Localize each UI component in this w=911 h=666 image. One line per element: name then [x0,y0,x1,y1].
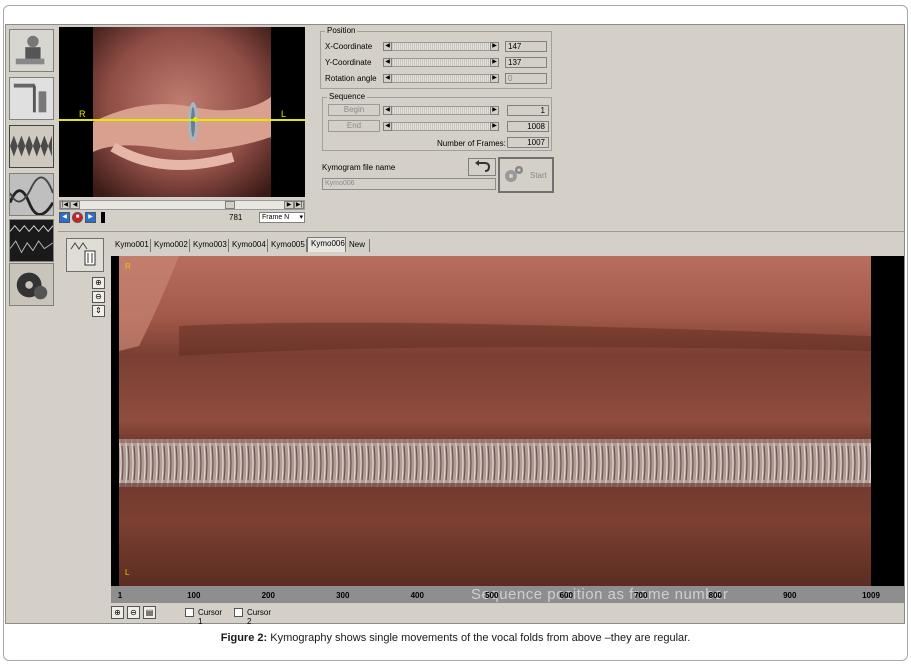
axis-tick-label: 700 [634,591,648,600]
position-group: Position X-Coordinate ◀ ▶ 147 Y-Coordinat… [320,26,552,89]
play-icon[interactable]: ▶ [85,212,96,223]
kymogram-bottom-marker: L [125,568,130,577]
gears-icon [505,166,523,182]
kymogram-scan-line[interactable] [59,119,305,121]
tab-new[interactable]: New [346,239,370,252]
toolbar-waveform-thumbnail[interactable] [9,173,54,216]
kymogram-file-name-field[interactable]: Kymo006 [322,178,496,190]
kymogram-tool-button[interactable] [66,238,104,272]
toolbar-graph-thumbnail[interactable] [9,219,54,262]
next-frame-button[interactable]: ▶ [284,201,294,209]
axis-tick-label: 800 [708,591,722,600]
start-button-label: Start [530,171,547,180]
frame-mode-value: Frame N [262,214,290,221]
frame-axis: Sequence position as frame number 1 100 20… [111,586,904,603]
first-frame-button[interactable]: |◀ [60,201,70,209]
kymogram-view[interactable]: R L [111,256,904,586]
axis-tick-label: 600 [559,591,573,600]
begin-value[interactable]: 1 [507,105,549,116]
rotation-angle-value[interactable]: 0 [505,73,547,84]
axis-tick-label: 1 [117,591,123,600]
cursor2-checkbox[interactable] [234,608,243,617]
x-coordinate-value[interactable]: 147 [505,41,547,52]
undo-button[interactable] [468,158,496,176]
cursor2-label: Cursor 2 [247,608,272,626]
frame-mode-select[interactable]: Frame N ▾ [259,212,305,223]
tab-kymo005[interactable]: Kymo005 [268,239,307,252]
tab-kymo004[interactable]: Kymo004 [229,239,268,252]
current-frame-number: 781 [229,213,243,222]
last-frame-button[interactable]: ▶| [294,201,304,209]
cursor1-checkbox[interactable] [185,608,194,617]
undo-icon [475,160,491,172]
tab-kymo001[interactable]: Kymo001 [112,239,151,252]
axis-tick-label: 200 [261,591,275,600]
zoom-out-icon[interactable]: ⊖ [92,291,105,303]
end-slider[interactable]: ◀ ▶ [383,122,499,131]
endoscopy-video-preview[interactable]: R L [59,27,305,197]
end-button[interactable]: End [328,120,380,132]
x-coordinate-slider[interactable]: ◀ ▶ [383,42,499,51]
scrollbar-thumb[interactable] [225,201,235,209]
begin-slider[interactable]: ◀ ▶ [383,106,499,115]
toolbar-film-reel-thumbnail[interactable] [9,263,54,306]
vocal-folds-video-frame [93,27,271,197]
x-coordinate-label: X-Coordinate [325,42,373,51]
caption-figure-number: Figure 2: [220,632,268,644]
start-button[interactable]: Start [498,157,554,193]
sequence-group: Sequence Begin ◀ ▶ 1 End ◀ ▶ 1008 Number o… [322,92,552,151]
kymogram-file-label: Kymogram file name [322,163,396,172]
zoom-in-icon[interactable]: ⊕ [111,606,124,619]
y-coordinate-value[interactable]: 137 [505,57,547,68]
frame-axis-label: Sequence position as frame number [471,586,729,603]
position-group-title: Position [325,26,358,35]
kymography-app-window: R L |◀ ◀ ▶ ▶| ◀ ■ ▶ 781 Frame N ▾ Positio… [5,24,905,626]
end-value[interactable]: 1008 [507,121,549,132]
axis-tick-label: 1009 [862,591,880,600]
toolbar-camera-thumbnail[interactable] [9,77,54,120]
axis-tick-label: 100 [187,591,201,600]
rotation-angle-label: Rotation angle [325,74,377,83]
kymogram-top-marker: R [125,262,131,271]
tab-kymo002[interactable]: Kymo002 [151,239,190,252]
begin-button[interactable]: Begin [328,104,380,116]
fit-horizontal-icon[interactable]: ▤ [143,606,156,619]
fit-vertical-icon[interactable]: ⇕ [92,305,105,317]
rotation-angle-slider[interactable]: ◀ ▶ [383,74,499,83]
toolbar-examiner-thumbnail[interactable] [9,29,54,72]
kymogram-delete-icon [70,242,96,266]
prev-frame-button[interactable]: ◀ [70,201,80,209]
number-of-frames-value: 1007 [507,137,549,148]
pane-divider [58,231,904,232]
number-of-frames-label: Number of Frames: [437,139,506,148]
position-marker-icon [101,212,105,223]
rewind-icon[interactable]: ◀ [59,212,70,223]
tab-kymo006[interactable]: Kymo006 [307,237,346,252]
caption-text: Kymography shows single movements of the… [267,632,691,644]
figure-caption: Figure 2: Kymography shows single moveme… [0,632,911,644]
zoom-out-icon[interactable]: ⊖ [127,606,140,619]
video-controls: ◀ ■ ▶ 781 Frame N ▾ [59,212,305,224]
axis-tick-label: 900 [783,591,797,600]
video-frame-scrollbar[interactable]: |◀ ◀ ▶ ▶| [59,200,305,210]
zoom-in-icon[interactable]: ⊕ [92,277,105,289]
toolbar-kymogram-thumbnail[interactable] [9,125,54,168]
sequence-group-title: Sequence [327,92,368,101]
chevron-down-icon: ▾ [299,214,303,221]
video-left-marker: L [281,109,287,119]
video-right-marker: R [79,109,86,119]
kymogram-image [119,256,871,586]
axis-tick-label: 300 [336,591,350,600]
cursor1-label: Cursor 1 [198,608,223,626]
stop-icon[interactable]: ■ [72,212,83,223]
y-coordinate-label: Y-Coordinate [325,58,372,67]
y-coordinate-slider[interactable]: ◀ ▶ [383,58,499,67]
axis-tick-label: 500 [485,591,499,600]
scan-line-center-handle[interactable] [193,117,198,122]
tab-kymo003[interactable]: Kymo003 [190,239,229,252]
axis-tick-label: 400 [410,591,424,600]
